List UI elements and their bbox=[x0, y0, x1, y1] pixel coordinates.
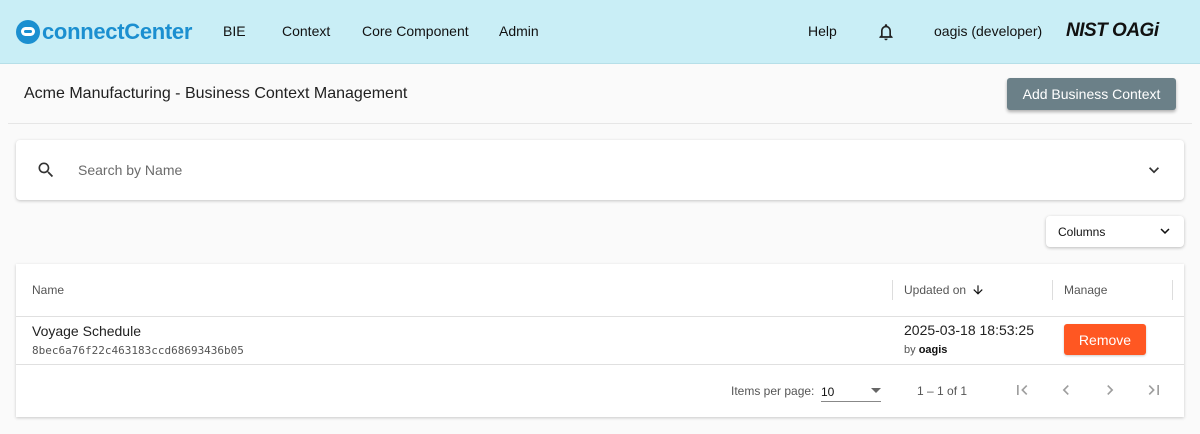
business-context-table: Name Updated on Manage Voyage Schedule 8… bbox=[16, 264, 1184, 417]
context-name[interactable]: Voyage Schedule bbox=[32, 323, 141, 339]
chevron-down-icon[interactable] bbox=[1144, 160, 1164, 180]
logo-text: connectCenter bbox=[42, 19, 193, 44]
bell-icon[interactable] bbox=[876, 22, 896, 42]
nav-core-component[interactable]: Core Component bbox=[362, 23, 469, 39]
column-divider[interactable] bbox=[1172, 280, 1173, 300]
columns-dropdown[interactable]: Columns bbox=[1046, 216, 1184, 247]
first-page-icon[interactable] bbox=[1012, 380, 1032, 400]
nav-help[interactable]: Help bbox=[808, 23, 837, 39]
search-panel bbox=[16, 140, 1184, 200]
updated-by: by oagis bbox=[904, 344, 947, 356]
chevron-down-icon bbox=[1160, 228, 1170, 234]
connectcenter-logo-icon bbox=[16, 20, 40, 44]
nav-context[interactable]: Context bbox=[282, 23, 330, 39]
page-title: Acme Manufacturing - Business Context Ma… bbox=[24, 85, 408, 102]
search-icon bbox=[38, 162, 54, 178]
remove-button[interactable]: Remove bbox=[1064, 324, 1146, 355]
page-range: 1 – 1 of 1 bbox=[917, 384, 968, 398]
chevron-right-icon[interactable] bbox=[1100, 380, 1120, 400]
updated-by-prefix: by bbox=[904, 344, 916, 356]
nav-admin[interactable]: Admin bbox=[499, 23, 539, 39]
columns-label: Columns bbox=[1058, 225, 1106, 239]
user-menu[interactable]: oagis (developer) bbox=[934, 23, 1042, 39]
header-divider bbox=[16, 316, 1184, 317]
chevron-left-icon[interactable] bbox=[1056, 380, 1076, 400]
column-header-name[interactable]: Name bbox=[32, 283, 64, 297]
last-page-icon[interactable] bbox=[1144, 380, 1164, 400]
search-input[interactable] bbox=[78, 160, 1078, 180]
connectcenter-logo[interactable]: connectCenter bbox=[16, 18, 192, 46]
column-divider[interactable] bbox=[892, 280, 893, 300]
items-per-page-label: Items per page: bbox=[731, 384, 815, 398]
page-header: Acme Manufacturing - Business Context Ma… bbox=[8, 64, 1192, 124]
column-header-updated-on[interactable]: Updated on bbox=[904, 283, 966, 297]
column-header-manage: Manage bbox=[1064, 283, 1108, 297]
page-size-value: 10 bbox=[821, 385, 835, 399]
updated-timestamp: 2025-03-18 18:53:25 bbox=[904, 322, 1034, 338]
updated-by-user: oagis bbox=[918, 344, 948, 356]
top-toolbar: connectCenter BIE Context Core Component… bbox=[0, 0, 1200, 64]
row-divider bbox=[16, 364, 1184, 365]
page-size-select[interactable]: 10 bbox=[821, 382, 881, 402]
arrow-down-icon[interactable] bbox=[971, 283, 985, 297]
nav-bie[interactable]: BIE bbox=[223, 23, 246, 39]
add-business-context-button[interactable]: Add Business Context bbox=[1007, 78, 1176, 110]
caret-down-icon bbox=[871, 388, 881, 393]
column-divider[interactable] bbox=[1052, 280, 1053, 300]
context-guid: 8bec6a76f22c463183ccd68693436b05 bbox=[32, 344, 244, 357]
nist-oagi-logo: NIST OAGi bbox=[1066, 20, 1159, 41]
